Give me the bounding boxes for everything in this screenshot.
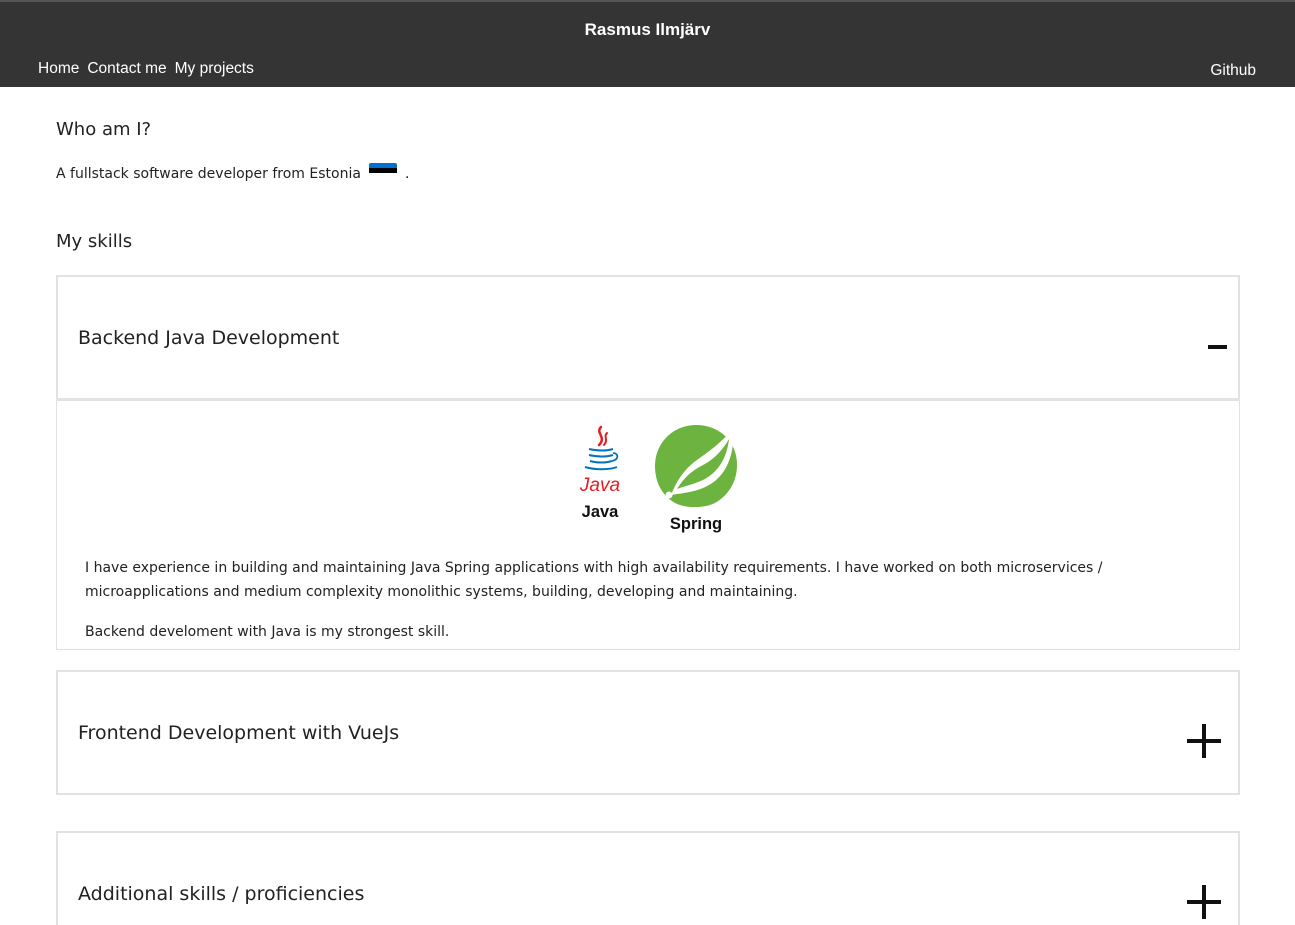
skill-accordion-backend[interactable]: Backend Java Development	[56, 275, 1240, 400]
skill-logos: Java Java Spring	[577, 423, 739, 534]
about-text-period: .	[404, 166, 410, 182]
about-text-body: A fullstack software developer from Esto…	[56, 166, 361, 182]
site-title[interactable]: Rasmus Ilmjärv	[0, 20, 1295, 40]
about-heading: Who am I?	[56, 119, 152, 140]
estonia-flag-icon	[368, 162, 397, 178]
svg-text:Java: Java	[579, 475, 620, 496]
nav-contact-link[interactable]: Contact me	[87, 60, 166, 78]
logo-card-java: Java Java	[577, 423, 623, 534]
skill-description: I have experience in building and mainta…	[85, 556, 1185, 660]
skills-heading: My skills	[56, 231, 133, 252]
skill-panel-backend: Java Java Spring I have experience in bu…	[56, 400, 1240, 650]
nav-projects-link[interactable]: My projects	[175, 60, 254, 78]
logo-caption-spring: Spring	[669, 515, 723, 533]
spring-logo-icon	[655, 425, 737, 508]
logo-caption-java: Java	[581, 503, 619, 521]
logo-card-spring: Spring	[653, 423, 739, 534]
main-nav: Home Contact me My projects	[38, 60, 254, 78]
java-logo-icon: Java	[579, 425, 620, 496]
about-text: A fullstack software developer from Esto…	[56, 162, 410, 182]
skill-paragraph: Backend develoment with Java is my stron…	[85, 624, 450, 640]
skill-accordion-frontend[interactable]: Frontend Development with VueJs	[56, 670, 1240, 795]
top-navbar: Rasmus Ilmjärv Home Contact me My projec…	[0, 0, 1295, 87]
skill-title-backend: Backend Java Development	[78, 327, 340, 349]
collapse-minus-icon[interactable]	[1208, 345, 1227, 349]
skill-accordion-additional[interactable]: Additional skills / proficiencies	[56, 831, 1240, 925]
nav-home-link[interactable]: Home	[38, 60, 79, 78]
skill-paragraph: I have experience in building and mainta…	[85, 560, 1103, 600]
expand-plus-icon[interactable]	[1187, 724, 1221, 758]
skill-title-additional: Additional skills / proficiencies	[78, 883, 365, 905]
expand-plus-icon[interactable]	[1187, 885, 1221, 919]
github-link[interactable]: Github	[1210, 62, 1256, 79]
skill-title-frontend: Frontend Development with VueJs	[78, 722, 400, 744]
